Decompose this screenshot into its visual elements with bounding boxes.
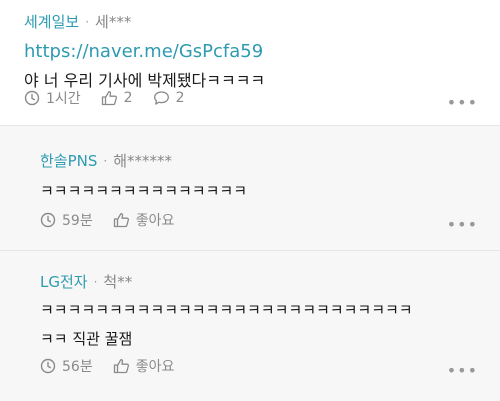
thumbs-up-icon: [101, 91, 117, 106]
reply-text: ㅋㅋㅋㅋㅋㅋㅋㅋㅋㅋㅋㅋㅋㅋㅋ: [40, 182, 248, 200]
reply-text-line: ㅋㅋㅋㅋㅋㅋㅋㅋㅋㅋㅋㅋㅋㅋㅋㅋㅋㅋㅋㅋㅋㅋㅋㅋㅋㅋㅋ: [40, 301, 413, 319]
reply-meta: 56분 좋아요: [40, 356, 194, 376]
reply-user: 척**: [103, 273, 133, 291]
reply-item: LG전자 · 척** ㅋㅋㅋㅋㅋㅋㅋㅋㅋㅋㅋㅋㅋㅋㅋㅋㅋㅋㅋㅋㅋㅋㅋㅋㅋㅋㅋ ㅋ…: [0, 250, 500, 401]
post-time-label: 1시간: [46, 91, 81, 107]
reply-meta: 59분 좋아요: [40, 210, 194, 230]
post-company[interactable]: 세계일보: [24, 12, 79, 32]
reply-like-label: 좋아요: [135, 213, 175, 229]
post-comment-button[interactable]: 2: [153, 90, 185, 106]
separator: ·: [103, 154, 108, 168]
reply-time-label: 56분: [62, 359, 93, 375]
post-like-button[interactable]: 2: [101, 90, 133, 106]
separator: ·: [85, 15, 90, 29]
reply-like-label: 좋아요: [135, 359, 175, 375]
reply-user: 해******: [113, 152, 173, 170]
main-post: 세계일보 · 세*** https://naver.me/GsPcfa59 야 …: [0, 0, 500, 125]
reply-author-line: 한솔PNS · 해******: [40, 151, 460, 171]
post-link[interactable]: https://naver.me/GsPcfa59: [24, 40, 476, 64]
reply-text: ㅋㅋㅋㅋㅋㅋㅋㅋㅋㅋㅋㅋㅋㅋㅋㅋㅋㅋㅋㅋㅋㅋㅋㅋㅋㅋㅋ ㅋㅋ 직관 꿀잼: [40, 298, 460, 351]
post-comment-count: 2: [175, 90, 185, 106]
reply-time-label: 59분: [62, 213, 93, 229]
more-options-icon[interactable]: •••: [447, 215, 478, 234]
post-time: 1시간: [24, 88, 81, 108]
reply-company[interactable]: 한솔PNS: [40, 151, 97, 171]
reply-time: 56분: [40, 356, 93, 376]
clock-icon: [24, 90, 40, 106]
reply-company[interactable]: LG전자: [40, 272, 88, 292]
reply-like-button[interactable]: 좋아요: [113, 356, 175, 376]
clock-icon: [40, 212, 56, 228]
separator: ·: [93, 275, 98, 289]
reply-like-button[interactable]: 좋아요: [113, 210, 175, 230]
post-user: 세***: [95, 13, 132, 31]
reply-item: 한솔PNS · 해****** ㅋㅋㅋㅋㅋㅋㅋㅋㅋㅋㅋㅋㅋㅋㅋ 59분 좋아요 …: [0, 125, 500, 250]
thumbs-up-icon: [113, 359, 129, 374]
post-meta: 1시간 2 2: [24, 88, 205, 108]
thumbs-up-icon: [113, 213, 129, 228]
more-options-icon[interactable]: •••: [447, 361, 478, 380]
more-options-icon[interactable]: •••: [447, 93, 478, 112]
post-author-line: 세계일보 · 세***: [24, 12, 476, 32]
reply-time: 59분: [40, 210, 93, 230]
clock-icon: [40, 358, 56, 374]
reply-text-line: ㅋㅋ 직관 꿀잼: [40, 330, 133, 348]
speech-bubble-icon: [153, 91, 169, 105]
reply-author-line: LG전자 · 척**: [40, 272, 460, 292]
post-like-count: 2: [123, 90, 133, 106]
